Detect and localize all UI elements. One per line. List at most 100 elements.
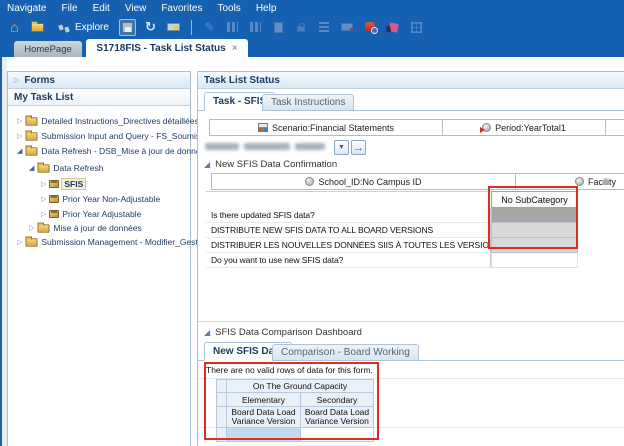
tree-item-submission-management[interactable]: ▷ Submission Management - Modifier_Gesti… <box>17 235 200 249</box>
grid-row-label: Do you want to use new SFIS data? <box>206 253 491 268</box>
sidebar: ▷ Forms My Task List ▷ Detailed Instruct… <box>7 71 191 446</box>
chevron-right-icon[interactable]: ▷ <box>41 180 46 188</box>
menu-file[interactable]: File <box>61 3 77 14</box>
database-refresh-icon[interactable] <box>362 19 379 36</box>
task-folder-icon <box>49 195 59 203</box>
pov-facility[interactable]: Facility <box>516 173 624 190</box>
format-run-icon[interactable] <box>385 19 402 36</box>
pov-clipped-cell[interactable] <box>606 119 624 136</box>
grid-cell[interactable] <box>491 223 578 238</box>
edit-pencil-icon <box>201 19 218 36</box>
document-icon <box>270 19 287 36</box>
dashboard-tab-strip: New SFIS Data Comparison - Board Working <box>198 340 624 361</box>
tab-task-instructions[interactable]: Task Instructions <box>262 94 354 111</box>
folder-icon <box>38 164 50 172</box>
no-data-message: There are no valid rows of data for this… <box>206 365 373 375</box>
chevron-right-icon[interactable]: ▷ <box>29 224 34 232</box>
menu-favorites[interactable]: Favorites <box>161 3 202 14</box>
menu-view[interactable]: View <box>125 3 147 14</box>
grid-cell[interactable] <box>491 238 578 253</box>
dashboard-table: On The Ground Capacity Elementary Second… <box>216 379 374 443</box>
explore-button[interactable]: Explore <box>75 22 109 33</box>
main-panel: Task List Status Task - SFIS Task Instru… <box>197 71 624 446</box>
mail-approve-icon <box>339 19 356 36</box>
chevron-right-icon[interactable]: ▷ <box>17 132 22 140</box>
menu-navigate[interactable]: Navigate <box>7 3 46 14</box>
grid-cell[interactable] <box>491 253 578 268</box>
chevron-right-icon[interactable]: ▷ <box>14 76 19 84</box>
chevron-right-icon[interactable]: ▷ <box>41 195 46 203</box>
lock-icon <box>293 19 310 36</box>
chevron-right-icon[interactable]: ▷ <box>17 238 22 246</box>
grid-row-label: DISTRIBUTE NEW SFIS DATA TO ALL BOARD VE… <box>206 223 491 238</box>
confirmation-section-header[interactable]: ◢ New SFIS Data Confirmation <box>204 159 337 170</box>
collapse-triangle-icon[interactable]: ◢ <box>204 160 210 169</box>
grid-icon <box>408 19 425 36</box>
go-button[interactable]: → <box>351 140 366 155</box>
pov-school-id[interactable]: School_ID:No Campus ID <box>211 173 516 190</box>
tree-item-detailed-instructions[interactable]: ▷ Detailed Instructions_Directives détai… <box>17 114 199 128</box>
grid-row-label: Is there updated SFIS data? <box>206 208 491 223</box>
tree-item-sfis[interactable]: ▷ SFIS <box>41 177 85 191</box>
columns-icon <box>224 19 241 36</box>
selected-data-cell[interactable] <box>227 428 301 442</box>
row-header-stub <box>216 379 227 393</box>
document-tab-bar: HomePage S1718FIS - Task List Status × <box>0 38 624 57</box>
member-icon <box>575 177 584 186</box>
tree-item-data-refresh-group[interactable]: ◢ Data Refresh - DSB_Mise à jour de donn… <box>17 144 200 158</box>
menu-help[interactable]: Help <box>256 3 277 14</box>
print-icon[interactable] <box>165 19 182 36</box>
chevron-right-icon[interactable]: ▷ <box>17 117 22 125</box>
cell-header-board-data-load: Board Data Load Variance Version <box>301 407 374 428</box>
grid-column-header: No SubCategory <box>491 191 578 208</box>
tree-item-prior-year-non-adjustable[interactable]: ▷ Prior Year Non-Adjustable <box>41 192 160 206</box>
row-header-stub <box>216 407 227 428</box>
save-icon[interactable] <box>119 19 136 36</box>
open-folder-icon[interactable] <box>29 19 46 36</box>
tab-homepage[interactable]: HomePage <box>14 41 82 57</box>
close-tab-icon[interactable]: × <box>232 43 238 54</box>
column-header-elementary: Elementary <box>227 393 301 407</box>
data-cell[interactable] <box>301 428 374 442</box>
pov-scenario[interactable]: Scenario:Financial Statements <box>209 119 443 136</box>
folder-icon <box>26 147 38 155</box>
columns2-icon <box>247 19 264 36</box>
chevron-right-icon[interactable]: ▷ <box>41 210 46 218</box>
tree-item-prior-year-adjustable[interactable]: ▷ Prior Year Adjustable <box>41 207 141 221</box>
folder-icon <box>38 224 50 232</box>
column-header-secondary: Secondary <box>301 393 374 407</box>
pov-bar: Scenario:Financial Statements Period:Yea… <box>209 119 624 136</box>
home-icon[interactable] <box>6 19 23 36</box>
page-dropdown-button[interactable]: ▼ <box>334 140 349 155</box>
forms-section-header[interactable]: ▷ Forms <box>8 72 190 89</box>
folder-icon <box>26 117 38 125</box>
tree-item-submission-input[interactable]: ▷ Submission Input and Query - FS_Soumis… <box>17 129 200 143</box>
refresh-icon[interactable] <box>142 19 159 36</box>
tab-task-list-status[interactable]: S1718FIS - Task List Status × <box>86 39 248 57</box>
chevron-expanded-icon[interactable]: ◢ <box>29 164 34 172</box>
task-list-icon <box>316 19 333 36</box>
form-pov-bar: School_ID:No Campus ID Facility <box>211 173 624 190</box>
tab-comparison-board-working[interactable]: Comparison - Board Working <box>272 344 419 361</box>
workspace-window: Navigate File Edit View Favorites Tools … <box>0 0 624 446</box>
explore-icon[interactable] <box>52 19 69 36</box>
toolbar: Explore <box>0 16 624 38</box>
task-tree: ▷ Detailed Instructions_Directives détai… <box>8 107 200 445</box>
cell-header-board-data-load: Board Data Load Variance Version <box>227 407 301 428</box>
menu-tools[interactable]: Tools <box>217 3 240 14</box>
dashboard-section-header[interactable]: ◢ SFIS Data Comparison Dashboard <box>204 327 362 338</box>
grid-cell[interactable] <box>491 208 578 223</box>
menu-edit[interactable]: Edit <box>93 3 110 14</box>
folder-icon <box>26 132 38 140</box>
scenario-icon <box>258 123 268 132</box>
pov-period[interactable]: Period:YearTotal1 <box>443 119 606 136</box>
collapse-triangle-icon[interactable]: ◢ <box>204 328 210 337</box>
tree-item-mise-a-jour[interactable]: ▷ Mise à jour de données <box>29 221 142 235</box>
menu-bar: Navigate File Edit View Favorites Tools … <box>0 0 624 16</box>
grid-row-label: DISTRIBUER LES NOUVELLES DONNÉES SIIS À … <box>206 238 491 253</box>
row-header-stub <box>216 393 227 407</box>
my-task-list-header[interactable]: My Task List <box>8 89 190 106</box>
group-header-cell: On The Ground Capacity <box>227 379 374 393</box>
chevron-expanded-icon[interactable]: ◢ <box>17 147 22 155</box>
tree-item-data-refresh[interactable]: ◢ Data Refresh <box>29 161 103 175</box>
